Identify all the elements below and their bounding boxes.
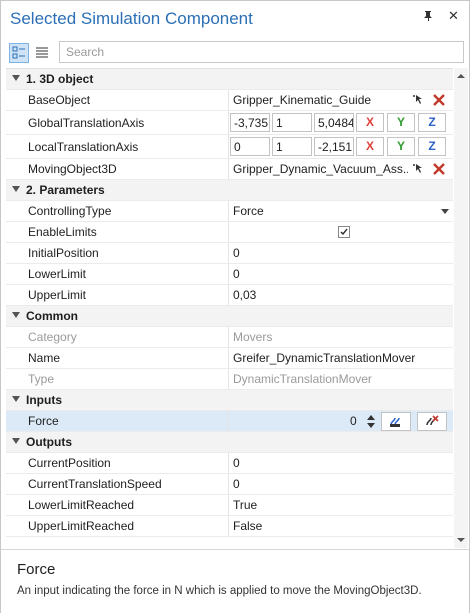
type-value: DynamicTranslationMover [233, 372, 372, 386]
property-row-initialposition[interactable]: InitialPosition 0 [6, 243, 453, 264]
initialposition-value[interactable]: 0 [233, 246, 240, 260]
set-y-axis-button[interactable]: Y [387, 137, 415, 156]
upperlimitreached-value: False [233, 519, 263, 533]
property-row-name[interactable]: Name Greifer_DynamicTranslationMover [6, 348, 453, 369]
collapse-icon[interactable] [12, 312, 20, 318]
set-x-axis-button[interactable]: X [356, 137, 384, 156]
category-parameters[interactable]: 2. Parameters [6, 180, 453, 201]
name-value[interactable]: Greifer_DynamicTranslationMover [233, 351, 415, 365]
pin-icon[interactable] [423, 10, 433, 25]
local-y-field[interactable]: 1 [272, 137, 312, 156]
enablelimits-checkbox[interactable] [338, 226, 350, 238]
local-x-field[interactable]: 0 [230, 137, 270, 156]
title-bar: Selected Simulation Component ✕ [1, 1, 469, 37]
property-row-type: Type DynamicTranslationMover [6, 369, 453, 390]
spinner-icon[interactable] [366, 414, 376, 429]
clear-icon[interactable] [431, 161, 447, 177]
property-row-controllingtype[interactable]: ControllingType Force [6, 201, 453, 222]
set-z-axis-button[interactable]: Z [418, 137, 446, 156]
search-input[interactable] [59, 41, 464, 63]
vertical-scrollbar[interactable] [454, 68, 468, 548]
lowerlimit-value[interactable]: 0 [233, 267, 240, 281]
pick-object-icon[interactable] [411, 93, 425, 107]
property-row-currenttranslationspeed[interactable]: CurrentTranslationSpeed 0 [6, 474, 453, 495]
chevron-down-icon[interactable] [441, 209, 449, 214]
collapse-icon[interactable] [12, 186, 20, 192]
close-icon[interactable]: ✕ [448, 8, 459, 24]
upperlimit-value[interactable]: 0,03 [233, 288, 256, 302]
property-row-lowerlimitreached[interactable]: LowerLimitReached True [6, 495, 453, 516]
categorized-view-icon[interactable] [9, 43, 29, 63]
currentposition-value: 0 [233, 456, 240, 470]
scroll-down-icon[interactable] [454, 534, 468, 546]
panel-title: Selected Simulation Component [10, 9, 253, 28]
category-outputs[interactable]: Outputs [6, 432, 453, 453]
disconnect-signal-icon [426, 415, 439, 426]
global-x-field[interactable]: -3,735 [230, 113, 270, 132]
connect-signal-button[interactable] [381, 412, 411, 431]
connect-signal-icon [390, 417, 400, 427]
property-row-upperlimitreached[interactable]: UpperLimitReached False [6, 516, 453, 537]
controllingtype-select[interactable]: Force [233, 204, 264, 218]
property-row-enablelimits[interactable]: EnableLimits [6, 222, 453, 243]
properties-panel: Selected Simulation Component ✕ Search 1… [0, 0, 470, 613]
toolbar [1, 39, 469, 67]
force-value[interactable]: 0 [350, 414, 357, 428]
property-row-globaltranslationaxis[interactable]: GlobalTranslationAxis -3,735 1 5,0484 X … [6, 111, 453, 135]
global-y-field[interactable]: 1 [272, 113, 312, 132]
movingobject-value[interactable]: Gripper_Dynamic_Vacuum_Ass... [233, 162, 408, 176]
collapse-icon[interactable] [12, 438, 20, 444]
clear-icon[interactable] [431, 92, 447, 108]
lowerlimitreached-value: True [233, 498, 258, 512]
property-row-lowerlimit[interactable]: LowerLimit 0 [6, 264, 453, 285]
disconnect-signal-button[interactable] [417, 412, 447, 431]
set-y-axis-button[interactable]: Y [387, 113, 415, 132]
property-row-baseobject[interactable]: BaseObject Gripper_Kinematic_Guide [6, 90, 453, 111]
scroll-up-icon[interactable] [454, 70, 468, 82]
collapse-icon[interactable] [12, 75, 20, 81]
property-row-force[interactable]: Force 0 [6, 411, 453, 432]
property-grid: 1. 3D object BaseObject Gripper_Kinemati… [6, 68, 453, 549]
category-common[interactable]: Common [6, 306, 453, 327]
alphabetical-view-icon[interactable] [33, 43, 53, 63]
global-z-field[interactable]: 5,0484 [314, 113, 354, 132]
property-row-localtranslationaxis[interactable]: LocalTranslationAxis 0 1 -2,151 X Y Z [6, 135, 453, 159]
category-inputs[interactable]: Inputs [6, 390, 453, 411]
property-row-upperlimit[interactable]: UpperLimit 0,03 [6, 285, 453, 306]
property-row-movingobject3d[interactable]: MovingObject3D Gripper_Dynamic_Vacuum_As… [6, 159, 453, 180]
category-value: Movers [233, 330, 273, 344]
set-x-axis-button[interactable]: X [356, 113, 384, 132]
property-row-category: Category Movers [6, 327, 453, 348]
pick-object-icon[interactable] [411, 162, 425, 176]
local-z-field[interactable]: -2,151 [314, 137, 354, 156]
description-text: An input indicating the force in N which… [17, 585, 422, 597]
baseobject-value[interactable]: Gripper_Kinematic_Guide [233, 93, 405, 107]
currentspeed-value: 0 [233, 477, 240, 491]
collapse-icon[interactable] [12, 396, 20, 402]
description-pane: Force An input indicating the force in N… [1, 549, 469, 613]
description-title: Force [17, 561, 56, 578]
property-row-currentposition[interactable]: CurrentPosition 0 [6, 453, 453, 474]
category-3d-object[interactable]: 1. 3D object [6, 69, 453, 90]
set-z-axis-button[interactable]: Z [418, 113, 446, 132]
